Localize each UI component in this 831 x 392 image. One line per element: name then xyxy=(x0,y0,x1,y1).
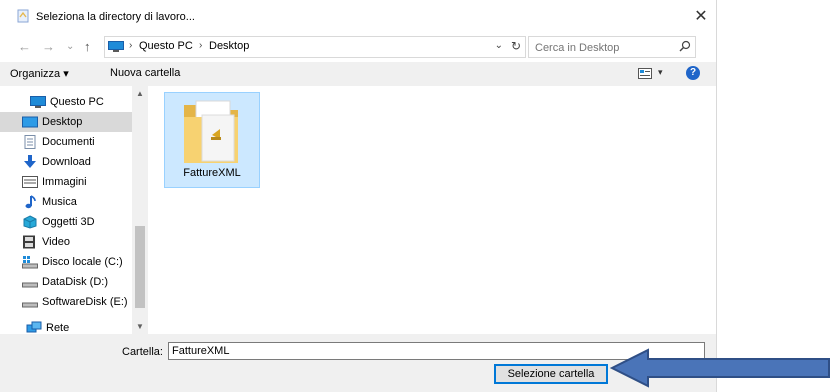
sidebar-item-label: Questo PC xyxy=(50,96,104,108)
folder-field-label: Cartella: xyxy=(122,346,163,358)
title-bar: Seleziona la directory di lavoro... ✕ xyxy=(0,0,716,34)
sidebar-item-disco-locale[interactable]: Disco locale (C:) xyxy=(0,252,132,272)
computer-icon xyxy=(108,41,124,52)
navigation-pane: Questo PC Desktop Documenti Download Imm… xyxy=(0,86,148,334)
sidebar-item-musica[interactable]: Musica xyxy=(0,192,132,212)
select-folder-button[interactable]: Selezione cartella xyxy=(494,364,608,384)
address-dropdown-chevron-icon[interactable]: ⌄ xyxy=(495,40,503,51)
close-icon[interactable]: ✕ xyxy=(692,8,710,26)
breadcrumb-item-desktop[interactable]: Desktop xyxy=(209,40,249,52)
address-row: ← → ⌄ ↑ › Questo PC › Desktop ⌄ ↻ xyxy=(0,34,716,60)
forward-arrow-icon[interactable]: → xyxy=(42,38,55,56)
folder-item-label: FattureXML xyxy=(183,167,241,179)
drive-icon xyxy=(22,302,38,308)
sidebar-item-desktop[interactable]: Desktop xyxy=(0,112,132,132)
desktop-icon xyxy=(22,116,38,128)
navigation-pane-scrollbar[interactable]: ▲ ▼ xyxy=(132,86,148,334)
sidebar-item-label: Desktop xyxy=(42,116,83,128)
pictures-icon xyxy=(22,176,38,188)
new-folder-button[interactable]: Nuova cartella xyxy=(110,67,180,79)
network-icon xyxy=(26,321,42,333)
sidebar-item-video[interactable]: Video xyxy=(0,232,132,252)
dialog-footer: Cartella: Selezione cartella xyxy=(0,334,716,392)
folder-picker-dialog: Seleziona la directory di lavoro... ✕ ← … xyxy=(0,0,717,392)
video-icon xyxy=(23,235,35,249)
window-title: Seleziona la directory di lavoro... xyxy=(36,11,195,23)
sidebar-item-download[interactable]: Download xyxy=(0,152,132,172)
sidebar-item-label: Disco locale (C:) xyxy=(42,256,123,268)
address-bar[interactable]: › Questo PC › Desktop ⌄ ↻ xyxy=(104,36,526,58)
sidebar-item-questo-pc[interactable]: Questo PC xyxy=(0,92,132,112)
search-input[interactable] xyxy=(533,39,677,56)
up-arrow-icon[interactable]: ↑ xyxy=(84,38,91,56)
search-box xyxy=(528,36,696,58)
view-options-icon[interactable] xyxy=(638,68,652,79)
folder-icon xyxy=(184,100,238,163)
sidebar-item-softwaredisk[interactable]: SoftwareDisk (E:) xyxy=(0,292,132,312)
search-icon[interactable] xyxy=(679,40,691,52)
organize-menu-button[interactable]: Organizza ▾ xyxy=(10,67,69,80)
annotation-arrow-icon xyxy=(610,348,830,388)
computer-icon xyxy=(30,96,46,108)
sidebar-item-label: Video xyxy=(42,236,70,248)
drive-icon xyxy=(22,282,38,288)
refresh-icon[interactable]: ↻ xyxy=(511,39,521,53)
sidebar-item-immagini[interactable]: Immagini xyxy=(0,172,132,192)
sidebar-item-label: Download xyxy=(42,156,91,168)
file-list-view: FattureXML xyxy=(148,86,716,334)
sidebar-item-datadisk[interactable]: DataDisk (D:) xyxy=(0,272,132,292)
sidebar-item-label: Rete xyxy=(46,322,70,334)
scrollbar-thumb[interactable] xyxy=(135,226,145,308)
3d-objects-icon xyxy=(23,215,37,229)
command-bar: Organizza ▾ Nuova cartella ▾ ? xyxy=(0,62,716,86)
sidebar-item-documenti[interactable]: Documenti xyxy=(0,132,132,152)
breadcrumb-separator: › xyxy=(129,40,133,51)
folder-dialog-icon xyxy=(17,9,29,23)
back-arrow-icon[interactable]: ← xyxy=(18,38,31,56)
music-icon xyxy=(25,195,36,209)
folder-item-fatturexml[interactable]: FattureXML xyxy=(164,92,260,188)
recent-locations-chevron-icon[interactable]: ⌄ xyxy=(66,38,74,56)
scroll-up-arrow-icon[interactable]: ▲ xyxy=(136,89,144,98)
sidebar-item-label: Musica xyxy=(42,196,77,208)
sidebar-item-label: SoftwareDisk (E:) xyxy=(42,296,128,308)
sidebar-item-label: DataDisk (D:) xyxy=(42,276,109,288)
view-dropdown-chevron-icon[interactable]: ▾ xyxy=(658,67,663,78)
scroll-down-arrow-icon[interactable]: ▼ xyxy=(136,322,144,331)
sidebar-item-oggetti-3d[interactable]: Oggetti 3D xyxy=(0,212,132,232)
sidebar-item-label: Immagini xyxy=(42,176,87,188)
breadcrumb-item-questo-pc[interactable]: Questo PC xyxy=(139,40,193,52)
documents-icon xyxy=(24,135,36,149)
breadcrumb-separator: › xyxy=(199,40,203,51)
sidebar-item-label: Oggetti 3D xyxy=(42,216,95,228)
download-icon xyxy=(24,155,36,168)
sidebar-item-label: Documenti xyxy=(42,136,95,148)
help-icon[interactable]: ? xyxy=(686,66,700,80)
local-disk-icon xyxy=(22,256,38,269)
